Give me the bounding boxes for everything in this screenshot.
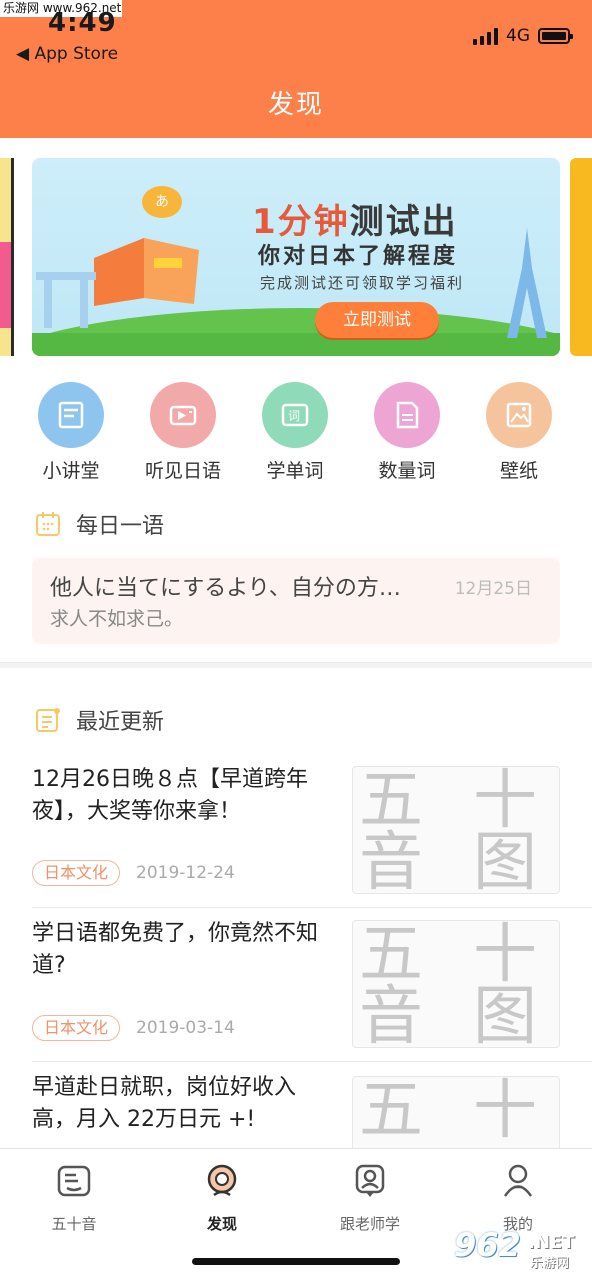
next-banner-peek[interactable] — [570, 158, 592, 356]
news-date: 2019-12-24 — [136, 863, 235, 883]
phrase-japanese: 他人に当てにするより、自分の方… — [50, 576, 401, 601]
kana-bubble: あ — [142, 186, 182, 218]
news-tag: 日本文化 — [32, 860, 120, 886]
quick-icon-label: 听见日语 — [144, 460, 221, 482]
top-header: 乐游网 www.962.net 4:49 ◀ App Store 4G 发现 — [0, 0, 592, 138]
recent-updates-header: 最近更新 — [34, 704, 164, 736]
list-icon — [36, 708, 60, 732]
calendar-icon — [36, 512, 60, 536]
network-type: 4G — [506, 26, 530, 46]
banner-carousel[interactable]: あ 1分钟测试出 你对日本了解程度 完成测试还可领取学习福利 立即测试 — [0, 138, 592, 364]
news-item[interactable]: 学日语都免费了，你竟然不知道? 日本文化 2019-03-14 五 十 音 图 — [32, 918, 592, 1058]
news-thumbnail: 五 十 音 图 — [352, 766, 560, 894]
daily-phrase-header: 每日一语 — [34, 508, 164, 540]
news-separator — [32, 907, 592, 908]
banner-headline: 1分钟测试出 — [252, 202, 458, 242]
news-title: 早道赴日就职，岗位好收入高，月入 22万日元 +! — [32, 1075, 297, 1132]
section-divider — [0, 662, 592, 668]
quick-icon-label: 壁纸 — [499, 460, 538, 482]
quick-icon-label: 学单词 — [266, 460, 324, 482]
tab-label: 五十音 — [51, 1215, 97, 1233]
quick-icon-lecture[interactable]: 小讲堂 — [15, 382, 127, 483]
watermark-logo: 962 .NET 乐游网 — [454, 1226, 575, 1271]
page-title: 发现 — [267, 90, 324, 120]
quick-icon-vocabulary[interactable]: 词 学单词 — [239, 382, 351, 483]
back-to-app-store-link[interactable]: ◀ App Store — [16, 44, 118, 64]
word-card-icon: 词 — [262, 382, 328, 448]
banner-subtitle: 你对日本了解程度 — [258, 244, 459, 269]
quick-icon-wallpaper[interactable]: 壁纸 — [463, 382, 575, 483]
status-time: 4:49 — [48, 8, 117, 38]
daily-phrase-card[interactable]: 他人に当てにするより、自分の方… 12月25日 求人不如求己。 — [32, 558, 560, 644]
teacher-icon — [355, 1164, 385, 1197]
phrase-date: 12月25日 — [454, 579, 532, 599]
battery-icon — [538, 28, 573, 44]
quiz-banner[interactable]: あ 1分钟测试出 你对日本了解程度 完成测试还可领取学习福利 立即测试 — [32, 158, 560, 356]
prev-banner-peek[interactable] — [0, 158, 14, 356]
recent-updates-title: 最近更新 — [76, 710, 165, 735]
tower-icon — [507, 228, 547, 338]
kana-box-icon — [57, 1165, 91, 1197]
open-book-icon — [94, 238, 199, 306]
document-icon — [374, 382, 440, 448]
start-quiz-button[interactable]: 立即测试 — [315, 302, 439, 338]
news-item[interactable]: 12月26日晚８点【早道跨年夜】，大奖等你来拿！ 日本文化 2019-12-24… — [32, 764, 592, 904]
news-separator — [32, 1061, 592, 1062]
news-thumbnail: 五 十 音 图 — [352, 920, 560, 1048]
quick-icon-label: 数量词 — [378, 460, 436, 482]
news-date: 2019-03-14 — [136, 1018, 235, 1038]
tab-discover[interactable]: 发现 — [148, 1163, 296, 1234]
signal-icon — [473, 27, 498, 45]
tab-label: 跟老师学 — [339, 1215, 400, 1233]
profile-icon — [503, 1164, 533, 1197]
picture-icon — [486, 382, 552, 448]
news-tag: 日本文化 — [32, 1015, 120, 1041]
tab-profile[interactable]: 我的 — [444, 1163, 592, 1234]
quick-icon-counters[interactable]: 数量词 — [351, 382, 463, 483]
tab-teacher[interactable]: 跟老师学 — [296, 1163, 444, 1234]
book-icon — [38, 382, 104, 448]
radio-icon — [150, 382, 216, 448]
quick-icon-label: 小讲堂 — [42, 460, 100, 482]
gate-icon — [36, 272, 96, 328]
quick-icon-listening[interactable]: 听见日语 — [127, 382, 239, 483]
banner-note: 完成测试还可领取学习福利 — [260, 274, 465, 292]
quick-icons-row: 小讲堂 听见日语 词 学单词 数量词 壁纸 — [0, 382, 592, 492]
svg-text:词: 词 — [288, 409, 300, 423]
news-title: 学日语都免费了，你竟然不知道? — [32, 921, 319, 978]
discover-icon — [207, 1164, 237, 1197]
tab-kana[interactable]: 五十音 — [0, 1163, 148, 1234]
status-indicators: 4G — [473, 26, 573, 46]
daily-phrase-title: 每日一语 — [76, 514, 165, 539]
news-thumbnail: 五 十 — [352, 1076, 560, 1148]
tab-label: 发现 — [206, 1215, 237, 1233]
news-title: 12月26日晚８点【早道跨年夜】，大奖等你来拿！ — [32, 767, 308, 824]
phrase-chinese: 求人不如求己。 — [50, 608, 184, 630]
home-indicator[interactable] — [192, 1258, 400, 1265]
news-item[interactable]: 早道赴日就职，岗位好收入高，月入 22万日元 +! 五 十 — [32, 1072, 592, 1148]
